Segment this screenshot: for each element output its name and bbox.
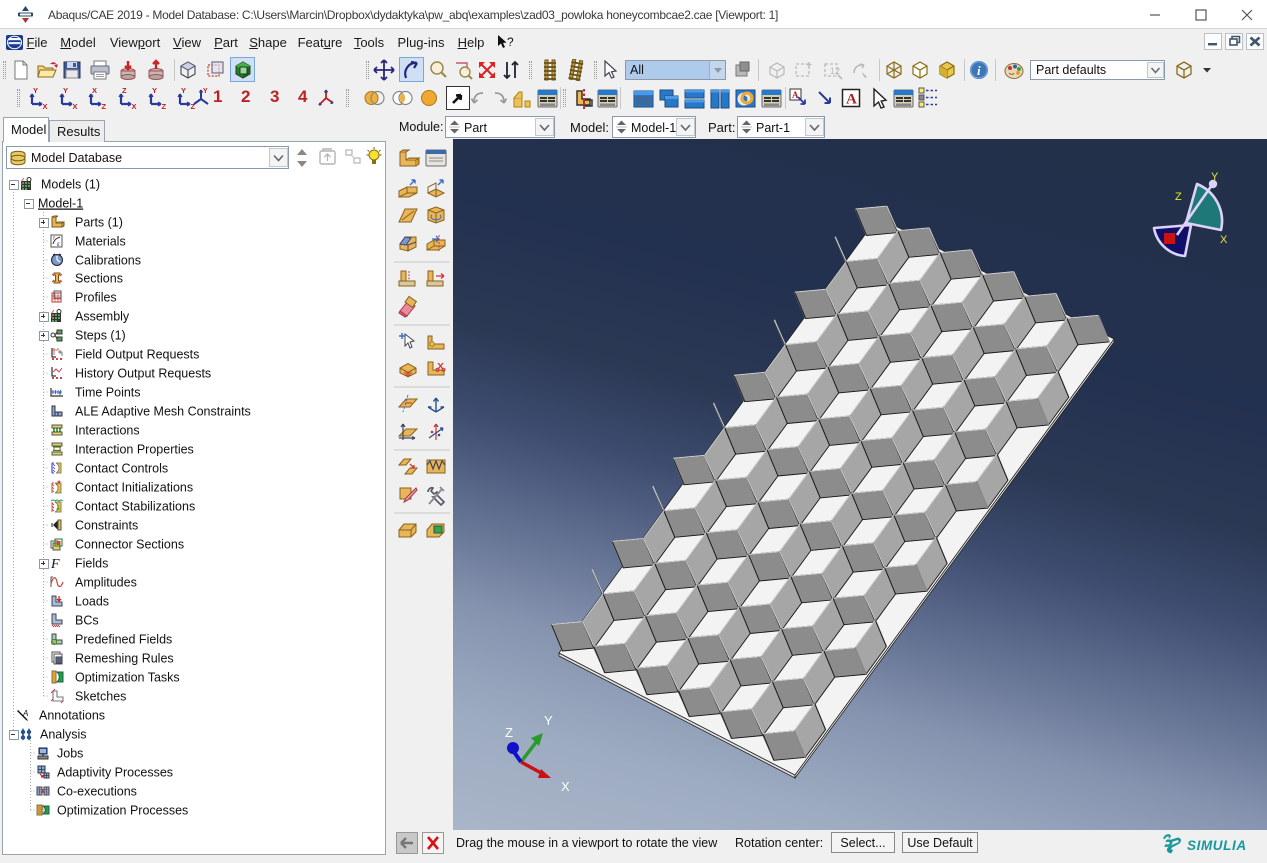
svg-text:SIMULIA: SIMULIA	[1187, 838, 1247, 853]
svg-text:Z: Z	[122, 87, 127, 95]
svg-text:Optimization Processes: Optimization Processes	[57, 804, 188, 818]
svg-text:Sections: Sections	[75, 272, 123, 286]
svg-text:Interactions: Interactions	[75, 424, 140, 438]
svg-text:Y: Y	[33, 87, 38, 95]
svg-text:Contact Initializations: Contact Initializations	[75, 481, 193, 495]
svg-text:Assembly: Assembly	[75, 310, 130, 324]
svg-text:Y: Y	[152, 87, 157, 95]
svg-text:Y: Y	[63, 87, 68, 95]
svg-text:X: X	[43, 102, 48, 109]
svg-text:Time Points: Time Points	[75, 386, 141, 400]
svg-text:Interaction Properties: Interaction Properties	[75, 443, 194, 457]
svg-text:i: i	[977, 63, 981, 78]
svg-text:BCs: BCs	[75, 614, 99, 628]
svg-text:?: ?	[507, 35, 514, 49]
svg-text:Annotations: Annotations	[39, 709, 105, 723]
svg-text:Parts (1): Parts (1)	[75, 216, 123, 230]
svg-text:X: X	[92, 87, 97, 95]
svg-text:Analysis: Analysis	[40, 728, 87, 742]
svg-text:ε: ε	[57, 242, 60, 248]
svg-text:Sketches: Sketches	[75, 690, 126, 704]
svg-text:X: X	[1220, 234, 1228, 246]
svg-text:Jobs: Jobs	[57, 747, 83, 761]
svg-text:Adaptivity Processes: Adaptivity Processes	[57, 766, 173, 780]
svg-text:X: X	[132, 102, 137, 109]
svg-text:Steps (1): Steps (1)	[75, 329, 126, 343]
svg-text:Remeshing Rules: Remeshing Rules	[75, 652, 174, 666]
svg-text:Connector Sections: Connector Sections	[75, 538, 184, 552]
svg-text:Models (1): Models (1)	[41, 178, 100, 192]
svg-text:Y: Y	[1211, 171, 1219, 183]
svg-text:History Output Requests: History Output Requests	[75, 367, 211, 381]
svg-text:X: X	[561, 779, 570, 794]
svg-text:Predefined Fields: Predefined Fields	[75, 633, 172, 647]
svg-text:ALE Adaptive Mesh Constraints: ALE Adaptive Mesh Constraints	[75, 405, 251, 419]
svg-text:Optimization Tasks: Optimization Tasks	[75, 671, 180, 685]
svg-text:X: X	[73, 102, 78, 109]
svg-text:Z: Z	[1175, 191, 1182, 203]
svg-text:Y: Y	[203, 88, 208, 95]
svg-text:Calibrations: Calibrations	[75, 254, 141, 268]
svg-text:A: A	[846, 92, 857, 108]
svg-text:Profiles: Profiles	[75, 291, 117, 305]
svg-text:Contact Stabilizations: Contact Stabilizations	[75, 500, 195, 514]
svg-text:Field Output Requests: Field Output Requests	[75, 348, 199, 362]
svg-text:Y: Y	[181, 87, 186, 95]
svg-text:Fields: Fields	[75, 557, 108, 571]
svg-text:Constraints: Constraints	[75, 519, 138, 533]
svg-text:Y: Y	[544, 713, 553, 728]
svg-text:Loads: Loads	[75, 595, 109, 609]
svg-text:A: A	[22, 709, 28, 718]
svg-text:Contact Controls: Contact Controls	[75, 462, 168, 476]
svg-text:Co-executions: Co-executions	[57, 785, 137, 799]
svg-text:Amplitudes: Amplitudes	[75, 576, 137, 590]
svg-text:Materials: Materials	[75, 235, 126, 249]
svg-text:A: A	[792, 90, 799, 100]
svg-text:Z: Z	[162, 102, 167, 109]
svg-text:Model-1: Model-1	[38, 197, 83, 211]
svg-text:Z: Z	[102, 102, 107, 109]
svg-text:Z: Z	[505, 725, 513, 740]
svg-text:F: F	[50, 557, 60, 572]
